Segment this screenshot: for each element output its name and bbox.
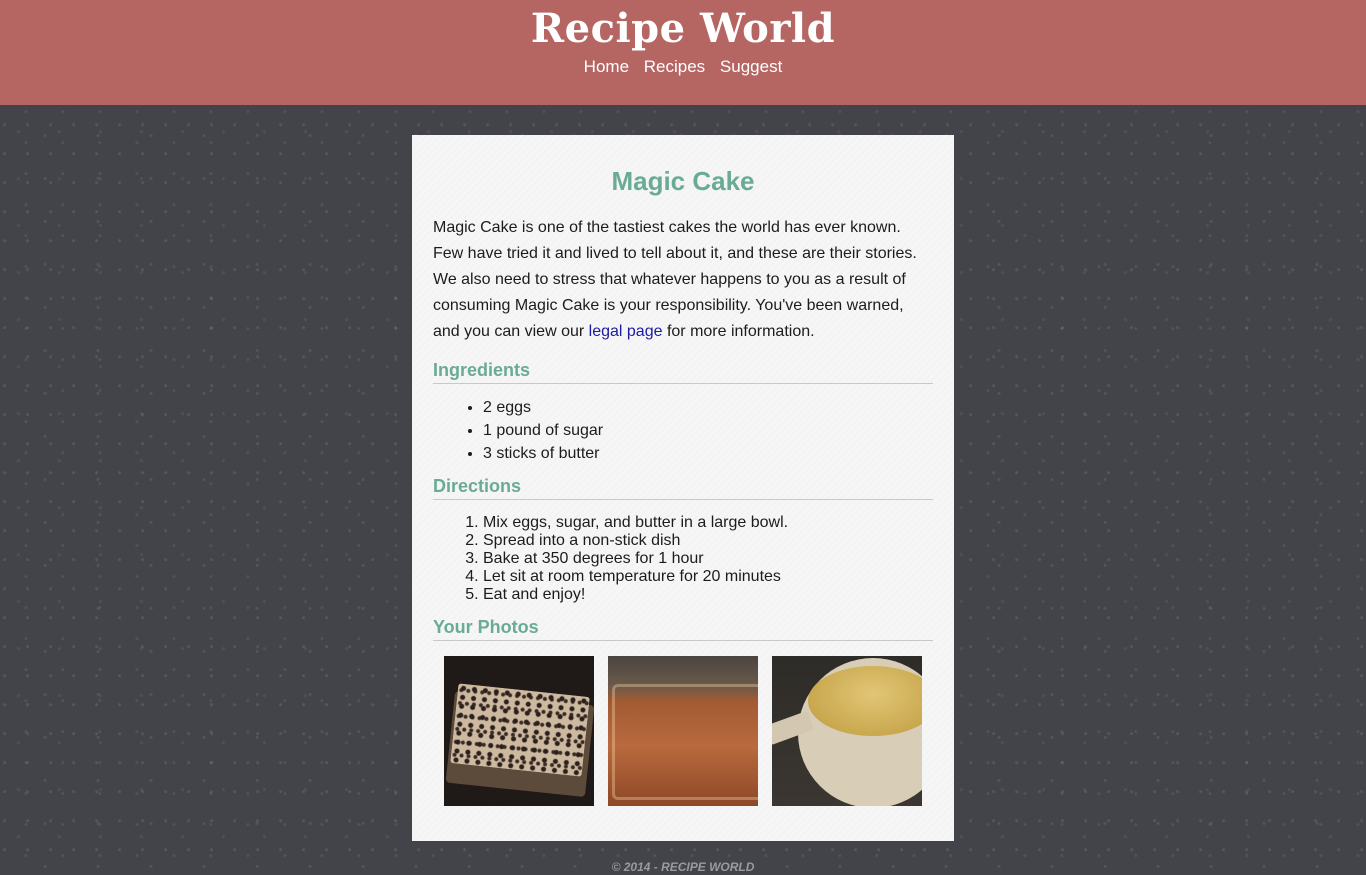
- photos-heading: Your Photos: [433, 616, 933, 641]
- photo-custard-bowl[interactable]: [772, 656, 922, 806]
- nav-home-link[interactable]: Home: [584, 57, 629, 76]
- ingredient-item: 2 eggs: [483, 396, 933, 419]
- nav-suggest-link[interactable]: Suggest: [720, 57, 782, 76]
- photo-cake-shape: [450, 683, 590, 777]
- recipe-intro: Magic Cake is one of the tastiest cakes …: [433, 215, 933, 345]
- photo-gallery: [444, 656, 922, 806]
- direction-step: Eat and enjoy!: [483, 586, 933, 604]
- direction-step: Bake at 350 degrees for 1 hour: [483, 550, 933, 568]
- legal-page-link[interactable]: legal page: [589, 323, 663, 340]
- direction-step: Let sit at room temperature for 20 minut…: [483, 568, 933, 586]
- recipe-title: Magic Cake: [611, 166, 755, 196]
- photo-baked-dish[interactable]: [608, 656, 758, 806]
- directions-list: Mix eggs, sugar, and butter in a large b…: [433, 514, 933, 604]
- site-title: Recipe World: [530, 5, 836, 52]
- ingredient-item: 3 sticks of butter: [483, 442, 933, 465]
- photo-cake-tray[interactable]: [444, 656, 594, 806]
- nav-recipes-link[interactable]: Recipes: [644, 57, 705, 76]
- site-header: Recipe World Home Recipes Suggest: [0, 0, 1366, 105]
- photo-glass-dish-shape: [612, 684, 758, 800]
- directions-heading: Directions: [433, 475, 933, 500]
- direction-step: Mix eggs, sugar, and butter in a large b…: [483, 514, 933, 532]
- ingredients-heading: Ingredients: [433, 359, 933, 384]
- main-nav: Home Recipes Suggest: [0, 56, 1366, 78]
- direction-step: Spread into a non-stick dish: [483, 532, 933, 550]
- ingredients-list: 2 eggs 1 pound of sugar 3 sticks of butt…: [433, 396, 933, 465]
- intro-text: Magic Cake is one of the tastiest cakes …: [433, 219, 917, 340]
- site-footer: © 2014 - RECIPE WORLD: [611, 860, 755, 874]
- intro-suffix: for more information.: [666, 323, 815, 340]
- ingredient-item: 1 pound of sugar: [483, 419, 933, 442]
- recipe-card: Magic Cake Magic Cake is one of the tast…: [412, 135, 954, 841]
